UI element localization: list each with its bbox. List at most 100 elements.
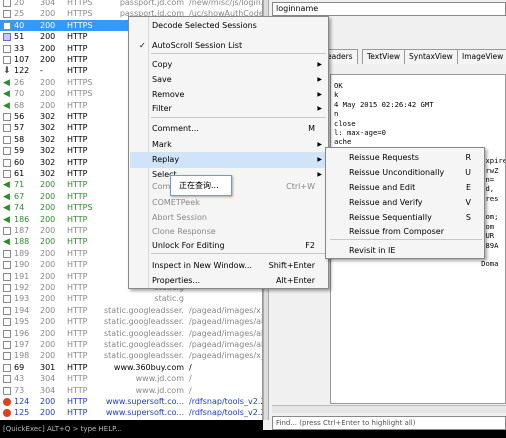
session-protocol: HTTP [67,191,88,201]
menu-shortcut: U [465,168,471,177]
session-number: 191 [14,271,30,281]
session-result: 200 [40,55,56,64]
replay-submenu: Reissue Requests R Reissue Unconditionally… [325,147,485,259]
session-number: 186 [14,214,30,224]
submenu-item-reissue-and-edit[interactable]: Reissue and Edit E [327,180,483,196]
session-result: 200 [40,260,56,270]
menu-item-replay[interactable]: Replay ▶ [130,152,327,168]
session-protocol: HTTP [67,351,88,361]
submenu-arrow-icon: ▶ [317,105,322,112]
session-icon-cell: ⬇ [3,65,13,76]
session-icon [3,135,11,144]
session-result: 200 [40,328,56,338]
session-icon [3,306,11,315]
session-row[interactable]: 43 304 HTTP www.jd.com / [0,373,262,384]
session-icon [3,352,11,361]
tab-imageview[interactable]: ImageView [457,49,506,64]
submenu-arrow-icon: ▶ [317,141,322,148]
response-arrow-icon: ◀ [3,180,10,191]
menu-shortcut: F2 [305,241,315,250]
checkmark-icon: ✓ [139,41,146,50]
session-row[interactable]: 198 200 HTTP static.googleadsser... /pagead/… [0,350,262,361]
session-row[interactable]: 125 200 HTTP www.supersoft.co... /rdfsnap/to… [0,407,262,418]
horizontal-scrollbar[interactable] [272,405,506,413]
session-host: static.g [154,294,184,304]
download-arrow-icon: ⬇ [3,66,11,77]
session-icon [3,147,11,156]
script-icon [3,33,11,42]
response-line: ache [334,137,352,147]
response-line: Doma [334,259,499,269]
submenu-item-reissue-unconditionally[interactable]: Reissue Unconditionally U [327,165,483,181]
session-icon [3,329,11,338]
find-input[interactable]: Find... (press Ctrl+Enter to highlight a… [272,416,506,430]
submenu-item-revisit-in-ie[interactable]: Revisit in IE [327,243,483,259]
session-icon [3,124,11,133]
session-row[interactable]: 194 200 HTTP static.googleadsser... /pagead/… [0,305,262,316]
session-number: 43 [14,374,25,384]
menu-item-label: Reissue and Verify [349,198,423,207]
session-protocol: HTTP [67,385,88,395]
menu-item-autoscroll-session-list[interactable]: AutoScroll Session List ✓ [130,38,327,54]
session-protocol: HTTP [67,248,88,258]
menu-item-copy[interactable]: Copy ▶ [130,57,327,73]
session-number: 189 [14,248,30,258]
session-result: 200 [40,226,56,235]
session-row[interactable]: 20 304 HTTPS passport.jd.com/new/misc/js/lo… [0,0,262,8]
session-result: - [40,66,43,76]
session-icon-cell [3,385,13,396]
session-icon-cell: ◀ [3,214,13,225]
quickexec-bar[interactable]: [QuickExec] ALT+Q > type HELP... [0,420,263,438]
session-number: 67 [14,191,25,201]
session-row[interactable]: 197 200 HTTP static.googleadsser... /pagead/… [0,339,262,350]
response-line: n [334,109,339,119]
session-row[interactable]: 193 200 HTTP static.g [0,293,262,304]
session-row[interactable]: 73 304 HTTP www.jd.com / [0,385,262,396]
submenu-item-reissue-requests[interactable]: Reissue Requests R [327,150,483,166]
session-row[interactable]: 69 301 HTTP www.360buy.com / [0,362,262,373]
menu-item-label: Abort Session [152,213,207,222]
session-number: 194 [14,305,30,315]
session-icon-cell [3,8,13,19]
submenu-item-reissue-and-verify[interactable]: Reissue and Verify V [327,195,483,211]
inspector-text-field[interactable]: loginname [272,2,506,16]
session-icon [3,158,11,167]
submenu-item-reissue-from-composer[interactable]: Reissue from Composer [327,224,483,240]
menu-separator [151,117,326,118]
session-row[interactable]: 195 200 HTTP static.googleadsser... /pagead/… [0,316,262,327]
session-url: / [189,374,192,384]
blocked-icon [3,398,11,406]
session-icon [3,386,11,395]
session-row[interactable]: 196 200 HTTP static.googleadsser... /pagead/… [0,328,262,339]
session-icon-cell [3,362,13,373]
menu-item-decode-selected-sessions[interactable]: Decode Selected Sessions [130,18,327,34]
session-icon-cell: ◀ [3,88,13,99]
menu-item-save[interactable]: Save ▶ [130,72,327,88]
menu-item-mark[interactable]: Mark ▶ [130,137,327,153]
session-icon-cell [3,271,13,282]
session-number: 188 [14,237,30,247]
session-result: 200 [40,43,56,53]
session-result: 200 [40,283,56,292]
session-row[interactable]: 124 200 HTTP www.supersoft.co... /rdfsnap/to… [0,396,262,407]
session-icon [3,44,11,53]
response-line: OK [334,81,343,90]
menu-item-label: Decode Selected Sessions [152,21,257,30]
session-result: 200 [40,271,56,281]
session-protocol: HTTPS [67,77,93,87]
tab-syntaxview[interactable]: SyntaxView [404,49,458,64]
tab-textview[interactable]: TextView [362,49,405,64]
session-result: 200 [40,340,56,349]
menu-item-inspect-in-new-window[interactable]: Inspect in New Window... Shift+Enter [130,258,327,274]
menu-item-comment[interactable]: Comment... M [130,121,327,137]
menu-item-filter[interactable]: Filter ▶ [130,101,327,117]
session-number: 193 [14,294,30,304]
response-line: 4 May 2015 02:26:42 GMT [334,99,434,109]
session-protocol: HTTP [67,43,88,53]
session-protocol: HTTP [67,180,88,190]
menu-item-unlock-for-editing[interactable]: Unlock For Editing F2 [130,238,327,254]
session-number: 122 [14,66,30,76]
session-number: 125 [14,408,30,418]
session-protocol: HTTP [67,294,88,304]
menu-item-properties[interactable]: Properties... Alt+Enter [130,273,327,289]
